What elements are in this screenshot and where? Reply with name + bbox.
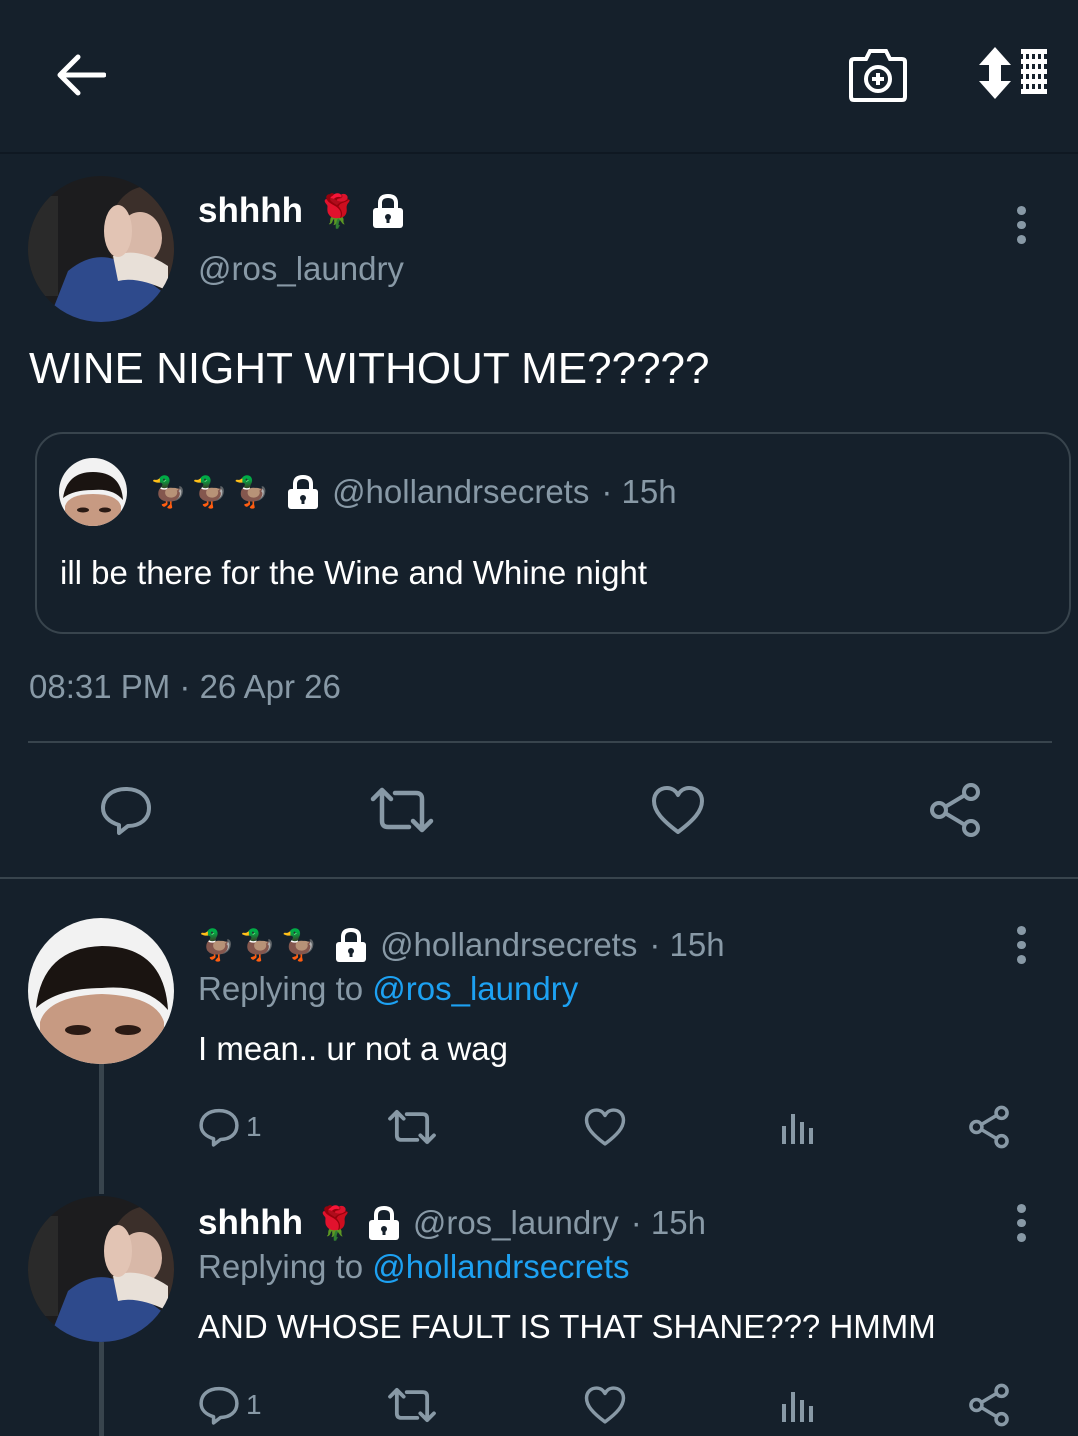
retweet-button[interactable] — [368, 782, 436, 838]
share-icon — [969, 1105, 1009, 1149]
share-button[interactable] — [966, 1104, 1012, 1150]
author-username[interactable]: @ros_laundry — [198, 250, 404, 288]
reply-button[interactable]: 1 — [198, 1382, 262, 1428]
quoted-header: 🦆🦆🦆 @hollandrsecrets · 15h — [150, 468, 677, 516]
reply-avatar[interactable] — [28, 918, 174, 1064]
retweet-button[interactable] — [386, 1106, 438, 1148]
quoted-tweet[interactable] — [35, 432, 1071, 634]
sort-button[interactable] — [972, 40, 1052, 106]
thread-line — [99, 1342, 104, 1436]
author-avatar[interactable] — [28, 176, 174, 322]
replying-to-link[interactable]: @ros_laundry — [372, 970, 578, 1007]
lock-icon — [336, 927, 367, 962]
top-bar — [0, 0, 1078, 154]
more-dot-icon — [1016, 1204, 1026, 1213]
avatar-photo-icon — [28, 1196, 174, 1342]
reply-button[interactable] — [96, 780, 156, 840]
replying-to-label: Replying to — [198, 1248, 364, 1285]
duck-emojis: 🦆🦆🦆 — [198, 928, 323, 962]
author-name-row: shhhh 🌹 — [198, 186, 405, 236]
tweet-text: WINE NIGHT WITHOUT ME????? — [29, 344, 710, 393]
reply-avatar[interactable] — [28, 1196, 174, 1342]
analytics-button[interactable] — [776, 1384, 818, 1426]
more-dot-icon — [1016, 940, 1026, 950]
camera-button[interactable] — [842, 38, 914, 110]
retweet-icon — [388, 1109, 436, 1145]
reply-count: 1 — [246, 1111, 262, 1142]
more-dot-icon — [1016, 926, 1026, 935]
divider — [28, 741, 1052, 743]
replying-to: Replying to @hollandrsecrets — [198, 1248, 630, 1286]
more-dot-icon — [1016, 955, 1026, 965]
like-button[interactable] — [582, 1106, 628, 1148]
thread-line — [99, 1064, 104, 1194]
lock-icon — [288, 474, 319, 509]
duck-emojis: 🦆🦆🦆 — [150, 475, 275, 509]
reply-count: 1 — [246, 1389, 262, 1420]
quoted-text: ill be there for the Wine and Whine nigh… — [60, 554, 647, 591]
reply-text: I mean.. ur not a wag — [198, 1030, 509, 1067]
retweet-icon — [370, 787, 434, 833]
reply-button[interactable]: 1 — [198, 1104, 262, 1150]
reply-more-button[interactable] — [1012, 926, 1030, 965]
tweet-timestamp[interactable]: 08:31 PM · 26 Apr 26 — [29, 668, 341, 706]
reply-text: AND WHOSE FAULT IS THAT SHANE??? HMMM — [198, 1308, 936, 1345]
tweet-more-button[interactable] — [1012, 206, 1030, 245]
analytics-icon — [782, 1392, 813, 1422]
reply-icon — [199, 1386, 239, 1425]
rose-emoji: 🌹 — [314, 1205, 355, 1241]
reply-header: 🦆🦆🦆 @hollandrsecrets · 15h — [198, 920, 725, 970]
heart-icon — [652, 786, 704, 834]
reply-icon — [199, 1108, 239, 1147]
share-icon — [930, 783, 980, 837]
more-dot-icon — [1016, 206, 1026, 215]
replying-to-link[interactable]: @hollandrsecrets — [372, 1248, 629, 1285]
replying-to: Replying to @ros_laundry — [198, 970, 578, 1008]
more-dot-icon — [1016, 1218, 1026, 1228]
avatar-photo-icon — [28, 176, 174, 322]
rose-emoji: 🌹 — [316, 193, 357, 229]
avatar-photo-icon — [28, 918, 174, 1064]
back-arrow-icon — [57, 54, 106, 96]
heart-icon — [584, 1386, 626, 1424]
reply-username[interactable]: @hollandrsecrets — [380, 926, 637, 964]
retweet-icon — [388, 1387, 436, 1423]
heart-icon — [584, 1108, 626, 1146]
reply-username[interactable]: @ros_laundry — [413, 1204, 619, 1242]
reply-time: · 15h — [649, 926, 725, 963]
reply-time: · 15h — [630, 1204, 706, 1241]
quoted-username[interactable]: @hollandrsecrets — [332, 473, 589, 511]
lock-icon — [368, 1205, 399, 1240]
analytics-icon — [782, 1114, 813, 1144]
sort-list-icon — [979, 47, 1047, 99]
replying-to-label: Replying to — [198, 970, 364, 1007]
retweet-button[interactable] — [386, 1384, 438, 1426]
share-icon — [969, 1383, 1009, 1427]
analytics-button[interactable] — [776, 1106, 818, 1148]
more-dot-icon — [1016, 1233, 1026, 1243]
author-display-name[interactable]: shhhh — [198, 191, 303, 231]
reply-icon — [101, 787, 151, 835]
back-button[interactable] — [45, 40, 115, 110]
reply-more-button[interactable] — [1012, 1204, 1030, 1243]
like-button[interactable] — [648, 782, 708, 838]
quoted-avatar[interactable] — [59, 458, 127, 526]
divider — [0, 877, 1078, 879]
lock-icon — [372, 193, 403, 228]
like-button[interactable] — [582, 1384, 628, 1426]
share-button[interactable] — [966, 1382, 1012, 1428]
camera-plus-icon — [849, 49, 907, 102]
reply-header: shhhh 🌹 @ros_laundry · 15h — [198, 1198, 706, 1248]
share-button[interactable] — [926, 780, 984, 840]
avatar-photo-icon — [59, 458, 127, 526]
more-dot-icon — [1016, 235, 1026, 245]
quoted-time: · 15h — [601, 473, 677, 510]
reply-display-name[interactable]: shhhh — [198, 1203, 303, 1243]
more-dot-icon — [1016, 220, 1026, 230]
